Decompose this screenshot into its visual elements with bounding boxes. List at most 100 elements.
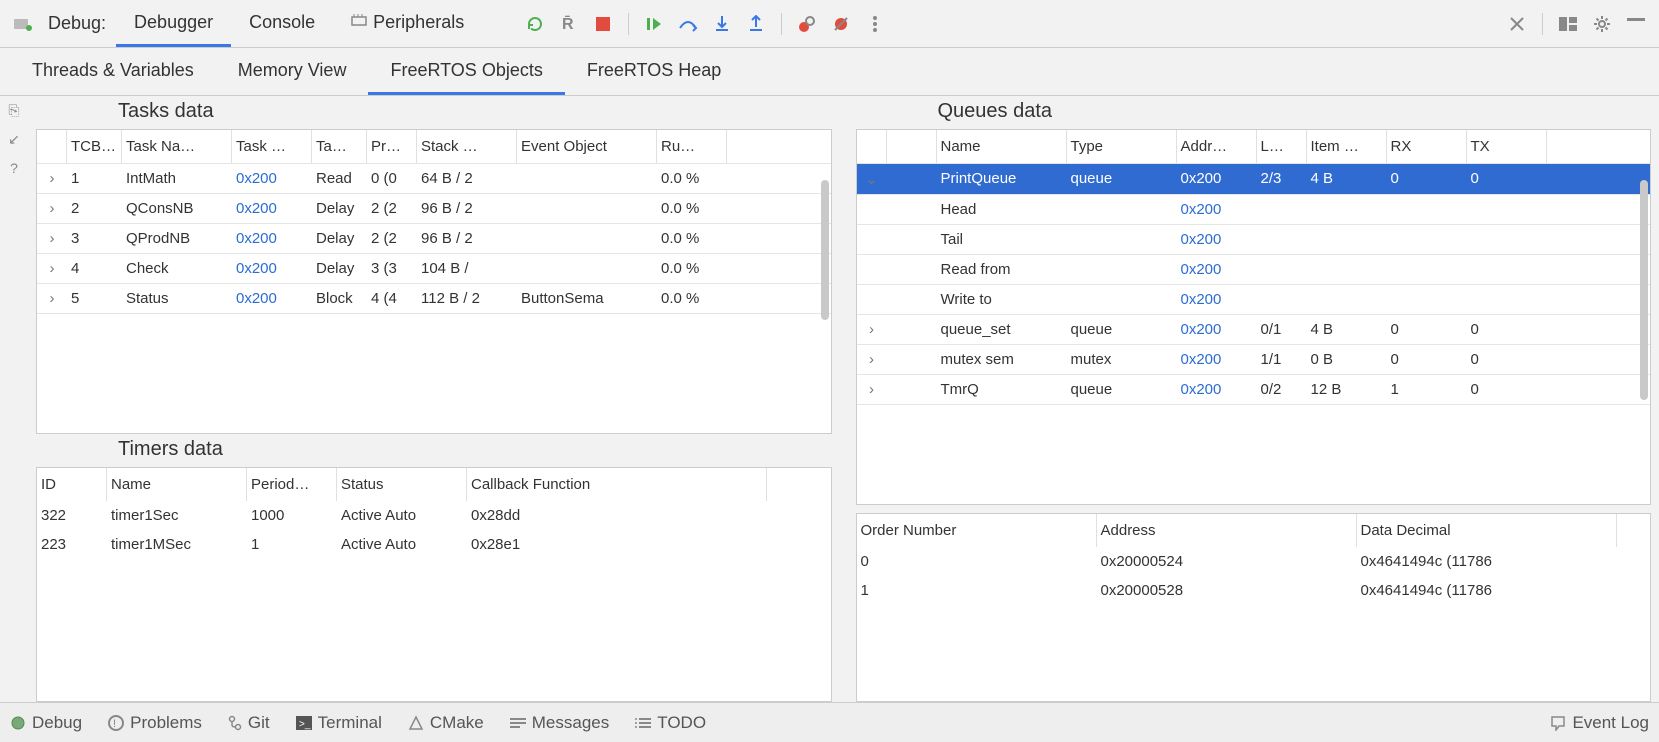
- queue-item-size: [1307, 195, 1387, 224]
- stop-icon[interactable]: [588, 9, 618, 39]
- task-row[interactable]: ›3QProdNB0x200Delay2 (296 B / 20.0 %: [37, 224, 831, 254]
- queue-data-row[interactable]: 00x200005240x4641494c (11786: [857, 547, 1651, 576]
- task-addr[interactable]: 0x200: [232, 224, 312, 253]
- toolbar-divider: [1542, 13, 1543, 35]
- tab-memory-view[interactable]: Memory View: [216, 48, 369, 95]
- task-addr[interactable]: 0x200: [232, 164, 312, 193]
- queue-row[interactable]: ⌄PrintQueuequeue0x2002/34 B00: [857, 164, 1651, 195]
- tasks-scrollbar[interactable]: [821, 180, 829, 320]
- chevron-right-icon[interactable]: ›: [37, 224, 67, 253]
- task-row[interactable]: ›4Check0x200Delay3 (3104 B /0.0 %: [37, 254, 831, 284]
- queue-data-header: Order Number Address Data Decimal: [857, 514, 1651, 547]
- mute-breakpoints-icon[interactable]: [826, 9, 856, 39]
- queue-tx: 0: [1467, 164, 1547, 194]
- toolbar-divider: [628, 13, 629, 35]
- step-out-icon[interactable]: [741, 9, 771, 39]
- task-runtime: 0.0 %: [657, 164, 727, 193]
- task-row[interactable]: ›2QConsNB0x200Delay2 (296 B / 20.0 %: [37, 194, 831, 224]
- chevron-icon[interactable]: ›: [857, 375, 887, 404]
- rerun-icon[interactable]: [520, 9, 550, 39]
- queue-addr[interactable]: 0x200: [1177, 164, 1257, 194]
- view-breakpoints-icon[interactable]: [792, 9, 822, 39]
- status-debug[interactable]: Debug: [10, 713, 82, 733]
- queue-rx: 1: [1387, 375, 1467, 404]
- gutter-icon[interactable]: ↙: [8, 131, 20, 148]
- queue-row[interactable]: Read from0x200: [857, 255, 1651, 285]
- task-row[interactable]: ›1IntMath0x200Read0 (064 B / 20.0 %: [37, 164, 831, 194]
- chevron-right-icon[interactable]: ›: [37, 254, 67, 283]
- status-terminal[interactable]: >_ Terminal: [296, 713, 382, 733]
- tab-freertos-objects[interactable]: FreeRTOS Objects: [368, 48, 564, 95]
- chevron-right-icon[interactable]: ›: [37, 164, 67, 193]
- tasks-table: TCB № Task Na… Task … Ta… Pr… Stack … Ev…: [36, 129, 832, 434]
- hide-icon[interactable]: [1621, 9, 1651, 39]
- step-into-icon[interactable]: [707, 9, 737, 39]
- task-addr[interactable]: 0x200: [232, 284, 312, 313]
- timer-row[interactable]: 322timer1Sec1000Active Auto0x28dd: [37, 501, 831, 530]
- status-git[interactable]: Git: [228, 713, 270, 733]
- timer-row[interactable]: 223timer1MSec1Active Auto0x28e1: [37, 530, 831, 559]
- task-stack: 96 B / 2: [417, 224, 517, 253]
- resume-icon[interactable]: [639, 9, 669, 39]
- reset-icon[interactable]: R̄: [554, 9, 584, 39]
- debug-label: Debug:: [48, 13, 106, 34]
- gutter-help-icon[interactable]: ?: [10, 160, 18, 176]
- queue-row[interactable]: Head 0x200: [857, 195, 1651, 225]
- timer-name: timer1Sec: [107, 501, 247, 530]
- queue-row[interactable]: ›queue_setqueue0x2000/14 B00: [857, 315, 1651, 345]
- task-state: Delay: [312, 224, 367, 253]
- queue-addr[interactable]: 0x200: [1177, 375, 1257, 404]
- queue-addr[interactable]: 0x200: [1177, 255, 1257, 284]
- chevron-right-icon[interactable]: ›: [37, 284, 67, 313]
- settings-gear-icon[interactable]: [1587, 9, 1617, 39]
- tab-peripherals[interactable]: Peripherals: [333, 0, 482, 47]
- status-event-log[interactable]: Event Log: [1550, 713, 1649, 733]
- queues-scrollbar[interactable]: [1640, 180, 1648, 400]
- queue-addr[interactable]: 0x200: [1177, 195, 1257, 224]
- queue-len: [1257, 285, 1307, 314]
- tab-freertos-heap[interactable]: FreeRTOS Heap: [565, 48, 743, 95]
- queue-type: [1067, 255, 1177, 284]
- status-cmake[interactable]: CMake: [408, 713, 484, 733]
- close-icon[interactable]: [1502, 9, 1532, 39]
- gutter-icon[interactable]: ⎘: [8, 102, 19, 119]
- timer-callback: 0x28dd: [467, 501, 767, 530]
- task-row[interactable]: ›5Status0x200Block4 (4112 B / 2ButtonSem…: [37, 284, 831, 314]
- queue-addr[interactable]: 0x200: [1177, 315, 1257, 344]
- queues-section-title: Queues data: [848, 96, 1659, 129]
- queue-row[interactable]: Tail0x200: [857, 225, 1651, 255]
- more-icon[interactable]: [860, 9, 890, 39]
- task-addr[interactable]: 0x200: [232, 254, 312, 283]
- queue-rx: 0: [1387, 315, 1467, 344]
- chevron-icon[interactable]: ⌄: [857, 164, 887, 194]
- queue-row[interactable]: ›mutex semmutex0x2001/10 B00: [857, 345, 1651, 375]
- queue-rx: 0: [1387, 345, 1467, 374]
- status-todo[interactable]: TODO: [635, 713, 706, 733]
- queue-data-row[interactable]: 10x200005280x4641494c (11786: [857, 576, 1651, 605]
- task-tcb: 4: [67, 254, 122, 283]
- step-over-icon[interactable]: [673, 9, 703, 39]
- task-addr[interactable]: 0x200: [232, 194, 312, 223]
- queue-name: PrintQueue: [937, 164, 1067, 194]
- queue-addr[interactable]: 0x200: [1177, 345, 1257, 374]
- queue-name: Head: [937, 195, 1067, 224]
- chevron-icon: [857, 195, 887, 224]
- chevron-right-icon[interactable]: ›: [37, 194, 67, 223]
- status-messages[interactable]: Messages: [510, 713, 609, 733]
- layout-icon[interactable]: [1553, 9, 1583, 39]
- tab-console[interactable]: Console: [231, 0, 333, 47]
- queue-row[interactable]: Write to0x200: [857, 285, 1651, 315]
- task-name: Status: [122, 284, 232, 313]
- queue-addr[interactable]: 0x200: [1177, 285, 1257, 314]
- qd-order: 1: [857, 576, 1097, 605]
- queue-addr[interactable]: 0x200: [1177, 225, 1257, 254]
- chevron-icon[interactable]: ›: [857, 315, 887, 344]
- task-state: Block: [312, 284, 367, 313]
- task-priority: 3 (3: [367, 254, 417, 283]
- tab-threads-variables[interactable]: Threads & Variables: [10, 48, 216, 95]
- task-priority: 4 (4: [367, 284, 417, 313]
- status-problems[interactable]: ! Problems: [108, 713, 202, 733]
- tab-debugger[interactable]: Debugger: [116, 0, 231, 47]
- queue-row[interactable]: ›TmrQqueue0x2000/212 B10: [857, 375, 1651, 405]
- chevron-icon[interactable]: ›: [857, 345, 887, 374]
